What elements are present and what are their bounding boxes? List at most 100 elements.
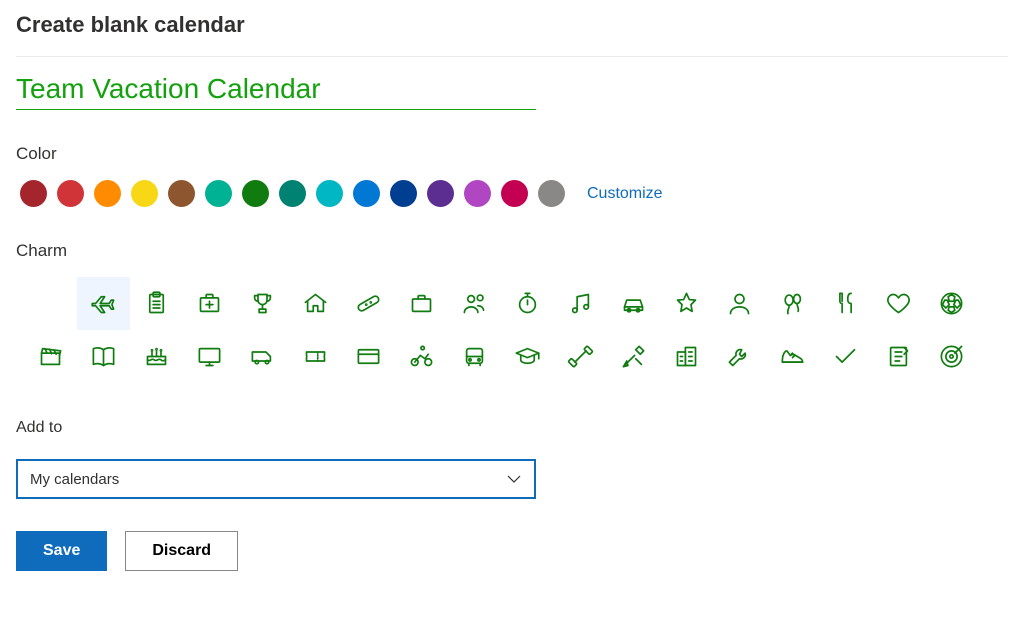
color-swatch-11[interactable]	[427, 180, 454, 207]
charm-briefcase[interactable]	[395, 277, 448, 330]
color-swatch-7[interactable]	[279, 180, 306, 207]
ticket-icon	[302, 343, 329, 370]
color-section-label: Color	[16, 144, 1008, 164]
bandage-icon	[355, 290, 382, 317]
clipboard-icon	[143, 290, 170, 317]
people-icon	[461, 290, 488, 317]
dumbbell-icon	[567, 343, 594, 370]
star-icon	[673, 290, 700, 317]
charm-heart[interactable]	[872, 277, 925, 330]
color-swatch-12[interactable]	[464, 180, 491, 207]
color-swatch-14[interactable]	[538, 180, 565, 207]
charm-car[interactable]	[607, 277, 660, 330]
color-swatch-0[interactable]	[20, 180, 47, 207]
charm-tools[interactable]	[607, 330, 660, 383]
charm-cake[interactable]	[130, 330, 183, 383]
charm-star[interactable]	[660, 277, 713, 330]
charm-stopwatch[interactable]	[501, 277, 554, 330]
charm-buildings[interactable]	[660, 330, 713, 383]
color-swatch-4[interactable]	[168, 180, 195, 207]
van-icon	[249, 343, 276, 370]
charm-ticket[interactable]	[289, 330, 342, 383]
car-icon	[620, 290, 647, 317]
color-swatch-5[interactable]	[205, 180, 232, 207]
calendar-name-input[interactable]	[16, 71, 536, 110]
color-swatch-row: Customize	[16, 180, 1008, 207]
cyclist-icon	[408, 343, 435, 370]
addto-label: Add to	[16, 419, 1008, 437]
clapper-icon	[37, 343, 64, 370]
soccer-icon	[938, 290, 965, 317]
graduation-icon	[514, 343, 541, 370]
charm-home[interactable]	[289, 277, 342, 330]
charm-notebook[interactable]	[872, 330, 925, 383]
charm-first-aid[interactable]	[183, 277, 236, 330]
credit-card-icon	[355, 343, 382, 370]
heart-icon	[885, 290, 912, 317]
charm-graduation[interactable]	[501, 330, 554, 383]
color-swatch-2[interactable]	[94, 180, 121, 207]
monitor-icon	[196, 343, 223, 370]
color-swatch-9[interactable]	[353, 180, 380, 207]
chevron-down-icon	[506, 471, 522, 487]
book-icon	[90, 343, 117, 370]
page-title: Create blank calendar	[16, 0, 1008, 57]
tools-icon	[620, 343, 647, 370]
notebook-icon	[885, 343, 912, 370]
charm-sneaker[interactable]	[766, 330, 819, 383]
charm-bus[interactable]	[448, 330, 501, 383]
trophy-icon	[249, 290, 276, 317]
checkmark-icon	[832, 343, 859, 370]
color-swatch-8[interactable]	[316, 180, 343, 207]
color-swatch-13[interactable]	[501, 180, 528, 207]
balloons-icon	[779, 290, 806, 317]
charm-people[interactable]	[448, 277, 501, 330]
charm-van[interactable]	[236, 330, 289, 383]
charm-none[interactable]	[24, 277, 77, 330]
stopwatch-icon	[514, 290, 541, 317]
charm-clapper[interactable]	[24, 330, 77, 383]
charm-monitor[interactable]	[183, 330, 236, 383]
charm-soccer[interactable]	[925, 277, 978, 330]
briefcase-icon	[408, 290, 435, 317]
charm-target[interactable]	[925, 330, 978, 383]
color-swatch-10[interactable]	[390, 180, 417, 207]
cake-icon	[143, 343, 170, 370]
color-swatch-3[interactable]	[131, 180, 158, 207]
customize-color-link[interactable]: Customize	[587, 185, 663, 203]
color-swatch-6[interactable]	[242, 180, 269, 207]
target-icon	[938, 343, 965, 370]
buildings-icon	[673, 343, 700, 370]
charm-clipboard[interactable]	[130, 277, 183, 330]
first-aid-icon	[196, 290, 223, 317]
charm-balloons[interactable]	[766, 277, 819, 330]
save-button[interactable]: Save	[16, 531, 107, 571]
bus-icon	[461, 343, 488, 370]
home-icon	[302, 290, 329, 317]
addto-dropdown[interactable]: My calendars	[16, 459, 536, 499]
utensils-icon	[832, 290, 859, 317]
person-icon	[726, 290, 753, 317]
charm-book[interactable]	[77, 330, 130, 383]
charm-trophy[interactable]	[236, 277, 289, 330]
music-icon	[567, 290, 594, 317]
wrench-icon	[726, 343, 753, 370]
charm-dumbbell[interactable]	[554, 330, 607, 383]
discard-button[interactable]: Discard	[125, 531, 238, 571]
charm-credit-card[interactable]	[342, 330, 395, 383]
color-swatch-1[interactable]	[57, 180, 84, 207]
charm-cyclist[interactable]	[395, 330, 448, 383]
charm-airplane[interactable]	[77, 277, 130, 330]
charm-music[interactable]	[554, 277, 607, 330]
sneaker-icon	[779, 343, 806, 370]
charm-grid	[16, 277, 1008, 383]
button-row: Save Discard	[16, 531, 1008, 571]
charm-section-label: Charm	[16, 241, 1008, 261]
charm-checkmark[interactable]	[819, 330, 872, 383]
airplane-icon	[90, 290, 117, 317]
charm-utensils[interactable]	[819, 277, 872, 330]
charm-person[interactable]	[713, 277, 766, 330]
charm-bandage[interactable]	[342, 277, 395, 330]
addto-value: My calendars	[30, 471, 119, 488]
charm-wrench[interactable]	[713, 330, 766, 383]
